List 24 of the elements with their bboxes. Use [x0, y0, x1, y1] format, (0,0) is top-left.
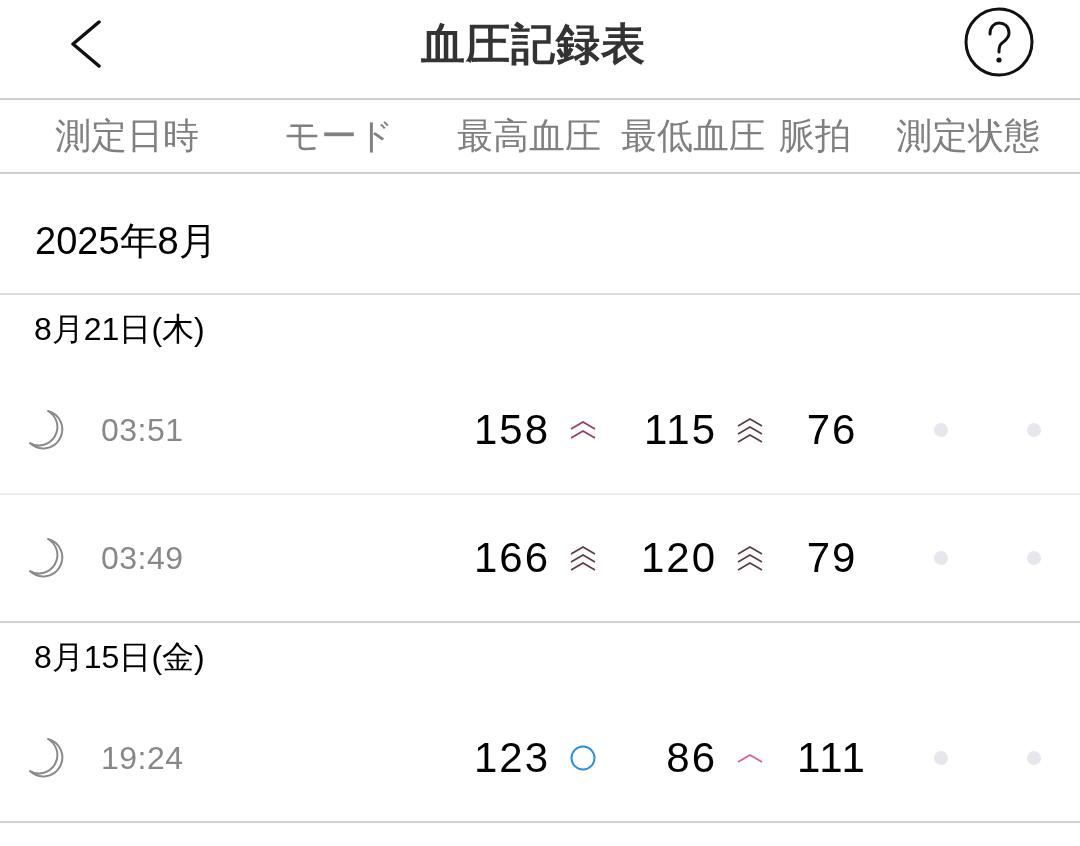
systolic-value: 166 — [472, 537, 550, 579]
time-text: 03:49 — [101, 539, 185, 578]
systolic-value: 123 — [472, 737, 550, 779]
column-header: 測定日時 — [55, 114, 199, 158]
column-header: 最高血圧 — [457, 114, 601, 158]
date-heading: 8月15日(金) — [34, 638, 205, 677]
pulse-value: 111 — [797, 737, 867, 779]
diastolic-value: 86 — [665, 737, 717, 779]
systolic-value: 158 — [472, 409, 550, 451]
time-text: 03:51 — [101, 411, 185, 450]
back-icon[interactable] — [70, 20, 102, 68]
diastolic-value: 115 — [643, 409, 717, 451]
month-heading: 2025年8月 — [35, 219, 217, 264]
pulse-value: 79 — [806, 537, 858, 579]
pulse-value: 76 — [806, 409, 858, 451]
date-heading: 8月21日(木) — [34, 310, 205, 349]
help-icon[interactable] — [964, 7, 1034, 77]
column-header: 脈拍 — [779, 114, 851, 158]
time-text: 19:24 — [101, 739, 185, 778]
column-header: 測定状態 — [896, 114, 1040, 158]
page-title: 血圧記録表 — [420, 18, 646, 70]
column-header: モード — [284, 114, 394, 158]
diastolic-value: 120 — [639, 537, 717, 579]
column-header: 最低血圧 — [621, 114, 765, 158]
